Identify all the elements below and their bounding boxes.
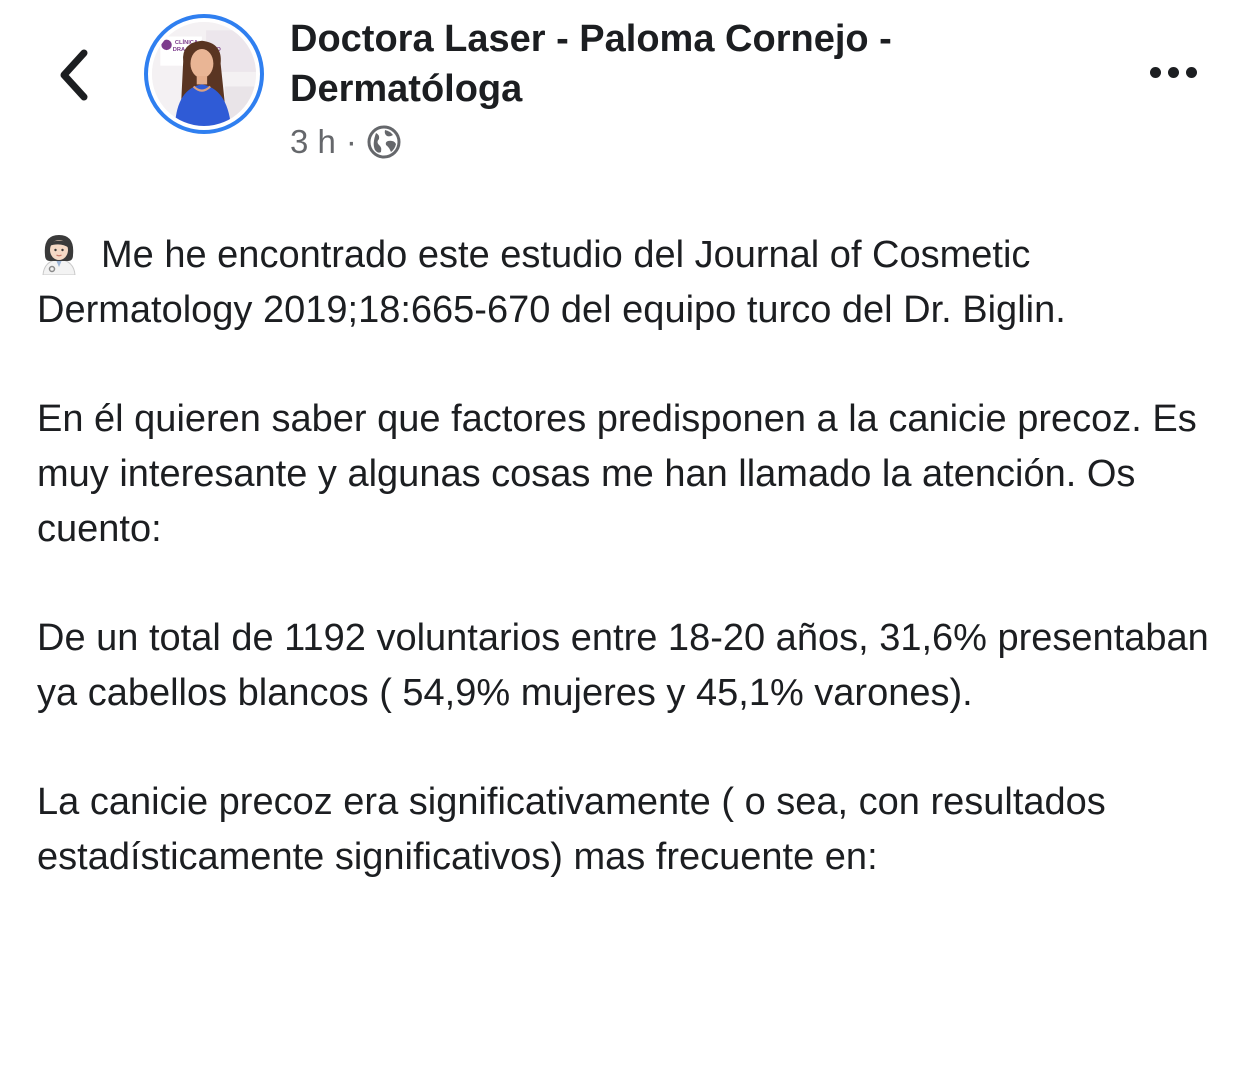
avatar-photo: CLÍNICA DRA PALOMA CO: [152, 22, 256, 126]
woman-health-worker-emoji-icon: [42, 235, 76, 275]
post-time[interactable]: 3 h: [290, 123, 336, 161]
post-paragraph: De un total de 1192 voluntarios entre 18…: [37, 617, 1209, 714]
post-paragraph: En él quieren saber que factores predisp…: [37, 398, 1197, 550]
globe-icon[interactable]: [367, 125, 401, 159]
more-horizontal-icon-dot: [1185, 66, 1197, 78]
page-avatar[interactable]: CLÍNICA DRA PALOMA CO: [144, 14, 264, 134]
meta-separator: ·: [345, 123, 357, 160]
more-horizontal-icon-dot: [1167, 66, 1179, 78]
post-text: Me he encontrado este estudio del Journa…: [37, 228, 1217, 939]
post-paragraph: La canicie precoz era significativamente…: [37, 781, 1106, 878]
page-name[interactable]: Doctora Laser - Paloma Cornejo - Dermató…: [290, 14, 1050, 114]
more-options-button[interactable]: [1138, 52, 1208, 92]
back-button[interactable]: [46, 40, 102, 110]
post-meta: 3 h ·: [290, 120, 401, 164]
chevron-left-icon: [60, 49, 88, 101]
more-horizontal-icon-dot: [1149, 66, 1161, 78]
post-paragraph: Me he encontrado este estudio del Journa…: [37, 228, 1217, 338]
post-paragraph-text: Me he encontrado este estudio del Journa…: [37, 234, 1066, 331]
